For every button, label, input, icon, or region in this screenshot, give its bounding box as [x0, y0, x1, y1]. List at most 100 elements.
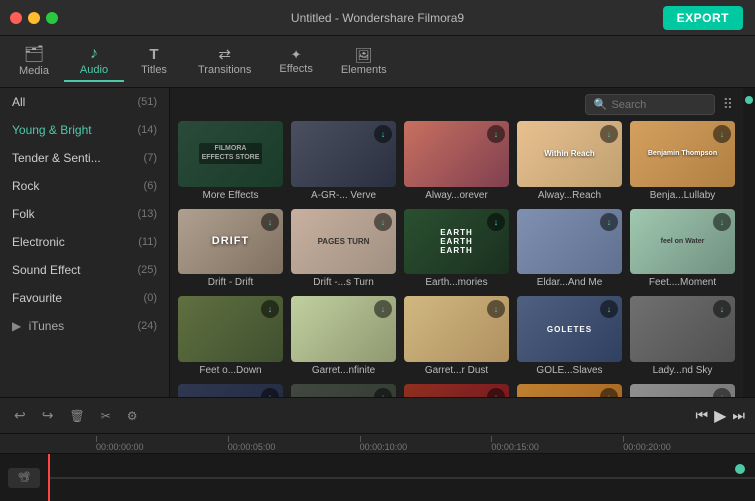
- list-item[interactable]: GOLETES ↓ GOLE...Slaves: [517, 296, 622, 376]
- list-item[interactable]: Benjamin Thompson ↓ Benja...Lullaby: [630, 121, 735, 201]
- list-item[interactable]: LIGHT YEARS ↓ Light...r Effe...: [178, 384, 283, 397]
- ruler-mark-1: 00:00:05:00: [228, 436, 360, 452]
- undo-button[interactable]: ↩: [10, 405, 30, 426]
- list-item[interactable]: ↓ Eldar...And Me: [517, 209, 622, 289]
- sidebar-item-tender[interactable]: Tender & Senti... (7): [0, 144, 169, 172]
- sidebar-count-electronic: (11): [138, 236, 157, 248]
- list-item[interactable]: ↓ Lady...nd Sky: [630, 296, 735, 376]
- sidebar-item-folk[interactable]: Folk (13): [0, 200, 169, 228]
- thumb-feet-down: ↓: [178, 296, 283, 362]
- tab-audio[interactable]: ♪ Audio: [64, 42, 124, 82]
- itunes-arrow-icon: ▶: [12, 319, 25, 333]
- sidebar-item-electronic[interactable]: Electronic (11): [0, 228, 169, 256]
- list-item[interactable]: ↓ Feet o...Down: [178, 296, 283, 376]
- grid-item-label: A-GR-... Verve: [291, 190, 396, 201]
- thumb-text: DRIFT: [212, 235, 249, 247]
- thumb-little: Little Magic ↓: [630, 384, 735, 397]
- list-item[interactable]: feel on Water ↓ Feet....Moment: [630, 209, 735, 289]
- grid-view-icon[interactable]: ⠿: [723, 96, 733, 113]
- elements-icon: 🖼: [355, 48, 373, 62]
- tab-elements[interactable]: 🖼 Elements: [327, 44, 401, 80]
- list-item[interactable]: GAME OF THE ↓ Light...r Turn...: [291, 384, 396, 397]
- timeline: 00:00:00:00 00:00:05:00 00:00:10:00 00:0…: [0, 434, 755, 501]
- thumb-light-years: LIGHT YEARS ↓: [178, 384, 283, 397]
- maximize-button[interactable]: [46, 12, 58, 24]
- thumb-more-effects: FILMORAEFFECTS STORE: [178, 121, 283, 187]
- transitions-icon: ⇄: [218, 47, 231, 62]
- thumb-lady: ↓: [630, 296, 735, 362]
- nav-tabs: 🗂 Media ♪ Audio T Titles ⇄ Transitions ✦…: [0, 36, 755, 88]
- grid-item-label: Drift -...s Turn: [291, 277, 396, 288]
- tab-effects[interactable]: ✦ Effects: [265, 44, 326, 79]
- grid-item-label: Alway...orever: [404, 190, 509, 201]
- tab-media-label: Media: [19, 65, 49, 77]
- sidebar-item-itunes[interactable]: ▶ iTunes (24): [0, 312, 169, 340]
- play-button[interactable]: ▶: [714, 406, 726, 426]
- list-item[interactable]: ↓ Garret...nfinite: [291, 296, 396, 376]
- search-icon: 🔍: [594, 98, 608, 111]
- sidebar-count-rock: (6): [144, 180, 157, 192]
- list-item[interactable]: ↓ Alway...orever: [404, 121, 509, 201]
- grid-item-label: Feet o...Down: [178, 365, 283, 376]
- sidebar-item-rock[interactable]: Rock (6): [0, 172, 169, 200]
- list-item[interactable]: FILMORAEFFECTS STORE More Effects: [178, 121, 283, 201]
- tab-transitions[interactable]: ⇄ Transitions: [184, 43, 265, 80]
- sidebar-item-all[interactable]: All (51): [0, 88, 169, 116]
- delete-button[interactable]: 🗑: [65, 407, 88, 425]
- grid-item-label: Feet....Moment: [630, 277, 735, 288]
- scrollbar[interactable]: [743, 88, 755, 397]
- sidebar-label-all: All: [12, 95, 25, 109]
- bottom-toolbar: ↩ ↪ 🗑 ✂ ⚙ ⏮ ▶ ⏭: [0, 398, 755, 434]
- toolbar-right: ⏮ ▶ ⏭: [695, 406, 745, 426]
- prev-frame-button[interactable]: ⏮: [695, 407, 708, 424]
- tab-effects-label: Effects: [279, 63, 312, 75]
- tab-media[interactable]: 🗂 Media: [4, 43, 64, 81]
- export-button[interactable]: EXPORT: [663, 6, 743, 30]
- grid-scroll[interactable]: FILMORAEFFECTS STORE More Effects ↓ A-GR…: [170, 121, 743, 397]
- window-title: Untitled - Wondershare Filmora9: [291, 11, 464, 25]
- list-item[interactable]: ↓ A-GR-... Verve: [291, 121, 396, 201]
- cut-button[interactable]: ✂: [97, 407, 115, 425]
- sidebar-label-itunes: ▶ iTunes: [12, 319, 64, 333]
- list-item[interactable]: ↓ Garret...r Dust: [404, 296, 509, 376]
- search-box[interactable]: 🔍: [585, 94, 715, 115]
- thumb-feet-moment: feel on Water ↓: [630, 209, 735, 275]
- thumb-game: GAME OF THE ↓: [291, 384, 396, 397]
- list-item[interactable]: Little Magic ↓ Little...r Fallin...: [630, 384, 735, 397]
- grid-item-label: Garret...r Dust: [404, 365, 509, 376]
- thumb-earth: EARTHEARTHEARTH ↓: [404, 209, 509, 275]
- list-item[interactable]: ADVENTURE ↓ Liveac...nture: [517, 384, 622, 397]
- title-bar: Untitled - Wondershare Filmora9 EXPORT: [0, 0, 755, 36]
- audio-icon: ♪: [90, 46, 98, 62]
- download-icon: ↓: [374, 213, 392, 231]
- download-icon: ↓: [374, 125, 392, 143]
- search-input[interactable]: [611, 99, 705, 111]
- sidebar-item-favourite[interactable]: Favourite (0): [0, 284, 169, 312]
- list-item[interactable]: DRIFT ↓ Drift - Drift: [178, 209, 283, 289]
- list-item[interactable]: EARTHEARTHEARTH ↓ Earth...mories: [404, 209, 509, 289]
- thumb-text: EARTHEARTHEARTH: [440, 228, 473, 255]
- timeline-cursor: [48, 454, 50, 501]
- next-frame-button[interactable]: ⏭: [732, 407, 745, 424]
- sidebar-item-young-bright[interactable]: Young & Bright (14): [0, 116, 169, 144]
- tab-titles[interactable]: T Titles: [124, 43, 184, 80]
- sidebar-label-electronic: Electronic: [12, 235, 65, 249]
- minimize-button[interactable]: [28, 12, 40, 24]
- download-icon: ↓: [261, 213, 279, 231]
- sidebar-label-tender: Tender & Senti...: [12, 151, 101, 165]
- sidebar-item-sound-effect[interactable]: Sound Effect (25): [0, 256, 169, 284]
- list-item[interactable]: PAGES TURN ↓ Drift -...s Turn: [291, 209, 396, 289]
- list-item[interactable]: ↓ Lightn...Feelin...: [404, 384, 509, 397]
- redo-button[interactable]: ↪: [38, 405, 58, 426]
- sidebar-count-young-bright: (14): [137, 124, 157, 136]
- sidebar-label-folk: Folk: [12, 207, 35, 221]
- adjust-button[interactable]: ⚙: [123, 407, 142, 425]
- thumb-drift: DRIFT ↓: [178, 209, 283, 275]
- download-icon: ↓: [261, 388, 279, 397]
- close-button[interactable]: [10, 12, 22, 24]
- download-icon: ↓: [487, 388, 505, 397]
- timeline-track-line: [48, 477, 755, 479]
- thumb-benja: Benjamin Thompson ↓: [630, 121, 735, 187]
- list-item[interactable]: Within Reach ↓ Alway...Reach: [517, 121, 622, 201]
- sidebar: All (51) Young & Bright (14) Tender & Se…: [0, 88, 170, 397]
